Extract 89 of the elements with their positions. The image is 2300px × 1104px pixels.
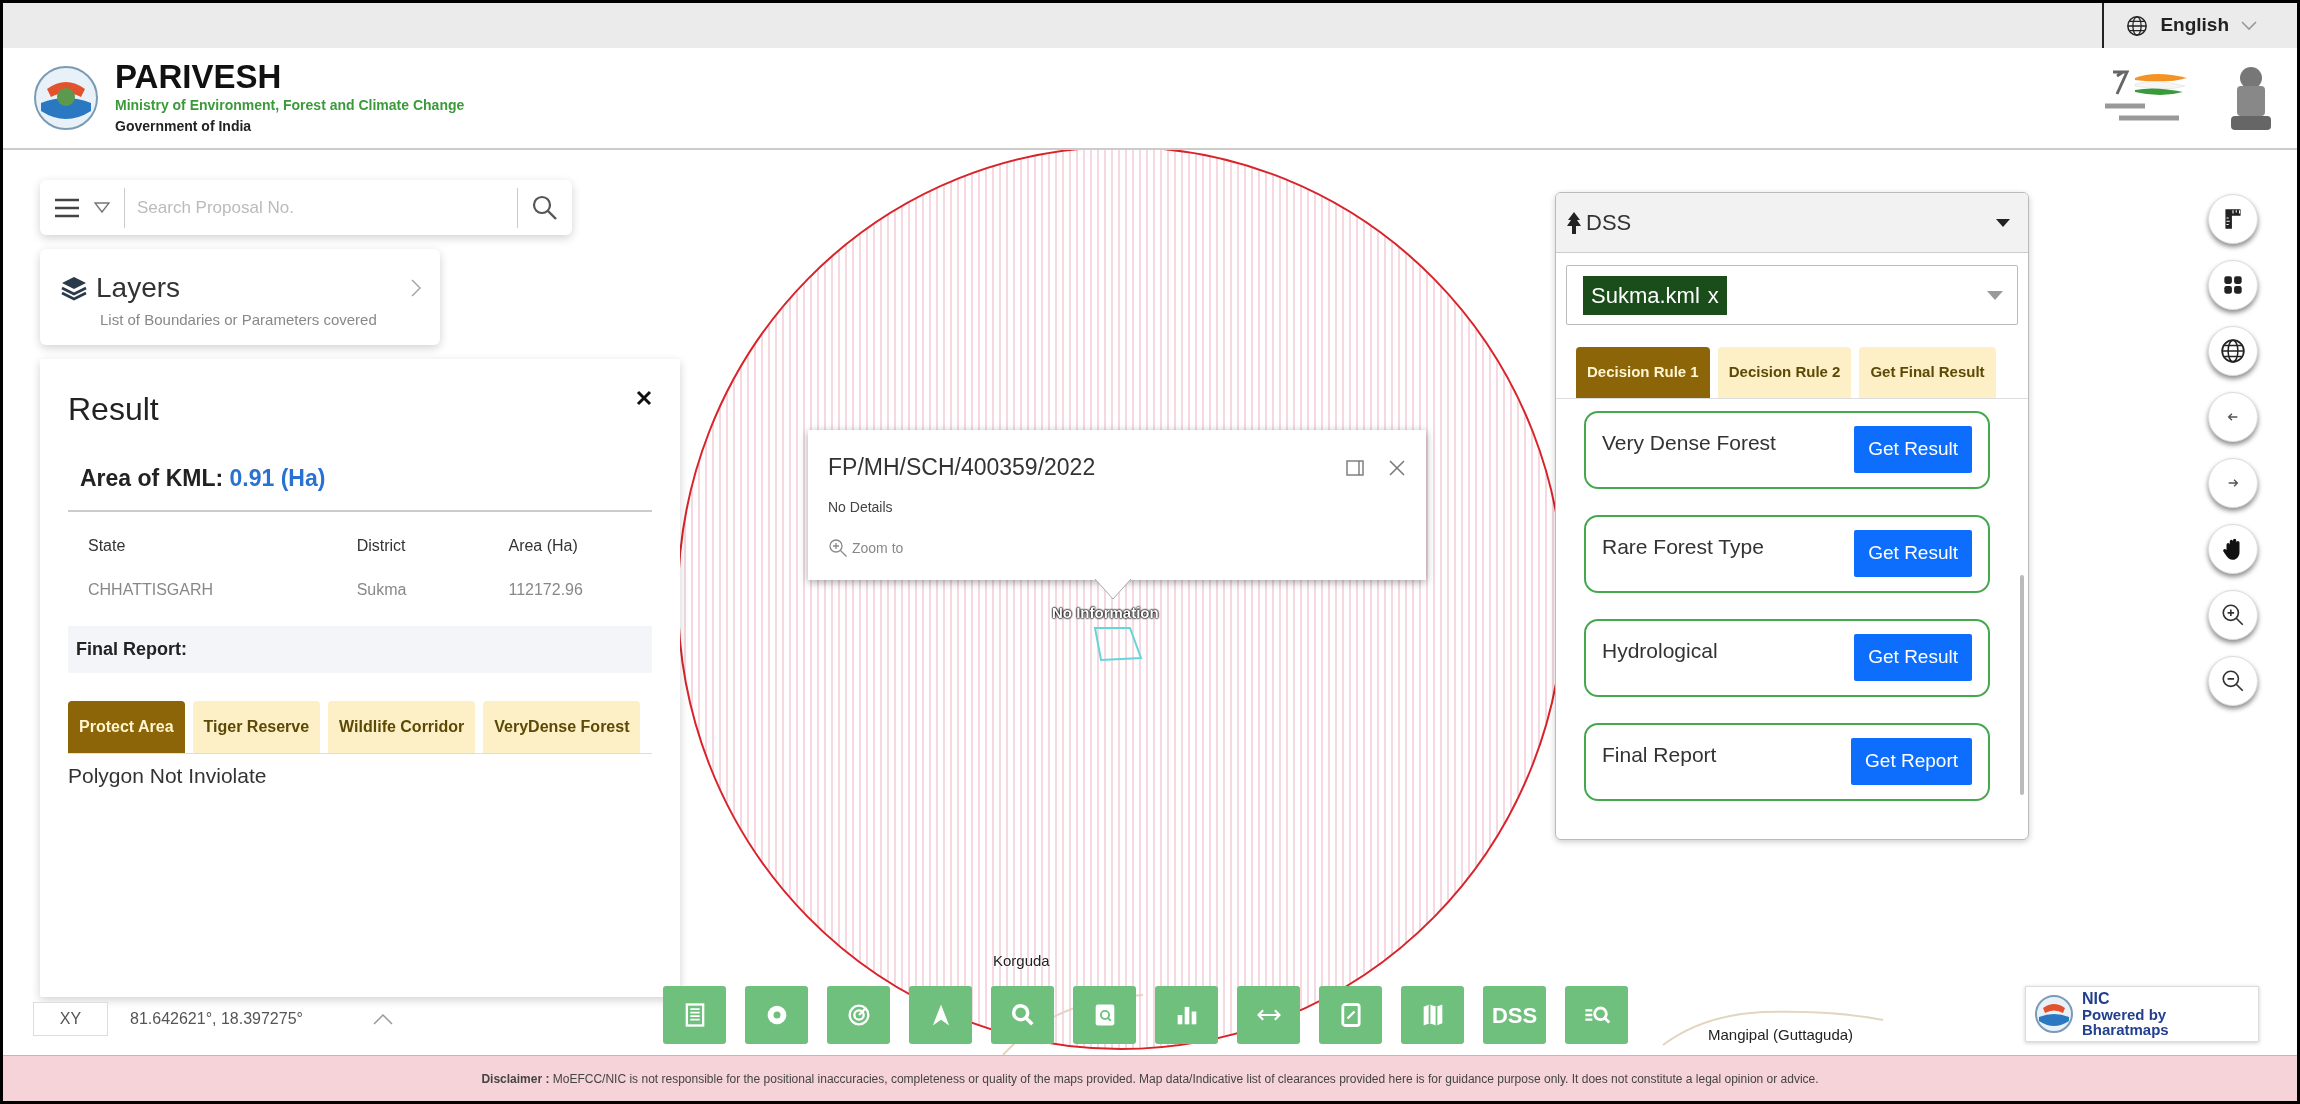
table-cell-text: CHHATTISGARH xyxy=(87,579,215,600)
measure-button[interactable] xyxy=(2208,194,2258,244)
statistics-button[interactable] xyxy=(1155,986,1218,1044)
caret-icon xyxy=(94,202,110,215)
place-label: Korguda xyxy=(993,951,1050,971)
zoom-to-link[interactable]: Zoom to xyxy=(828,537,904,559)
close-icon xyxy=(636,389,652,406)
layers-title: Layers xyxy=(96,271,181,305)
legend-button[interactable] xyxy=(663,986,726,1044)
decision-tab[interactable]: Get Final Result xyxy=(1859,347,1996,398)
layers-subtitle: List of Boundaries or Parameters covered xyxy=(100,310,378,330)
remove-file-button[interactable]: x xyxy=(1707,278,1719,312)
apps-button[interactable] xyxy=(2208,260,2258,310)
search-icon xyxy=(532,194,558,221)
get-result-button[interactable]: Get Result xyxy=(1854,426,1972,473)
disclaimer-text: Disclaimer : MoEFCC/NIC is not responsible for the positional inaccuracies, completeness or quality of the maps provided. Map data/Indicative list of clearances provided here is for guidance purpose only. It does not constitute a legal opinion or advice. xyxy=(481,1070,1819,1088)
zoom-out-button[interactable] xyxy=(2208,656,2258,706)
get-result-button[interactable]: Get Report xyxy=(1851,738,1972,785)
search-button[interactable] xyxy=(532,194,558,221)
location-button[interactable] xyxy=(745,986,808,1044)
coordinate-format-field[interactable]: XY xyxy=(33,1002,108,1036)
file-select[interactable]: Sukma.kml x xyxy=(1566,265,2018,325)
rule-label: Hydrological xyxy=(1602,637,1718,664)
decision-tab[interactable]: Decision Rule 2 xyxy=(1717,347,1852,398)
close-icon xyxy=(1388,459,1406,477)
caret-icon xyxy=(1987,290,2003,300)
file-name: Sukma.kml xyxy=(1591,281,1700,310)
nic-title: NIC xyxy=(2082,991,2111,1007)
rule-label: Final Report xyxy=(1602,741,1717,768)
chevron-down-icon xyxy=(2241,20,2257,31)
dock-icon xyxy=(1346,460,1364,476)
navigate-button[interactable] xyxy=(909,986,972,1044)
popup-title: FP/MH/SCH/400359/2022 xyxy=(828,453,1096,482)
layers-card[interactable]: Layers List of Boundaries or Parameters covered xyxy=(40,249,440,345)
site-title: PARIVESH xyxy=(115,58,283,96)
tree-icon xyxy=(1566,211,1582,234)
map-button[interactable] xyxy=(1401,986,1464,1044)
globe-icon xyxy=(2220,338,2246,364)
ministry-name: Ministry of Environment, Forest and Climate Change xyxy=(115,96,465,116)
popup-details: No Details xyxy=(828,497,894,517)
caret-icon xyxy=(1996,218,2010,227)
menu-icon xyxy=(54,198,80,219)
feature-outline xyxy=(1093,627,1143,662)
table-cell-text: 112172.96 xyxy=(507,579,584,600)
dss-panel-header[interactable]: DSS xyxy=(1556,193,2028,253)
result-tab[interactable]: VeryDense Forest xyxy=(483,700,641,753)
get-result-button[interactable]: Get Result xyxy=(1854,530,1972,577)
panel-title: DSS xyxy=(1586,209,1632,237)
pan-button[interactable] xyxy=(2208,524,2258,574)
feature-label: No Information xyxy=(1052,603,1159,623)
nic-logo xyxy=(2034,994,2074,1034)
table-cell-text: Sukma xyxy=(355,579,408,600)
filter-search-button[interactable] xyxy=(1565,986,1628,1044)
basemap-button[interactable] xyxy=(2208,326,2258,376)
compare-button[interactable] xyxy=(1237,986,1300,1044)
column-header: Area (Ha) xyxy=(507,535,579,556)
report-button[interactable] xyxy=(1073,986,1136,1044)
get-result-button[interactable]: Get Result xyxy=(1854,634,1972,681)
area-of-kml: Area of KML: 0.91 (Ha) xyxy=(68,433,652,512)
globe-icon xyxy=(2126,14,2149,37)
scrollbar[interactable] xyxy=(2020,574,2024,795)
zoom-in-button[interactable] xyxy=(2208,590,2258,640)
document-button[interactable] xyxy=(1319,986,1382,1044)
zoom-out-icon xyxy=(2220,668,2246,694)
zoom-in-icon xyxy=(828,538,848,558)
chevron-up-icon xyxy=(372,1013,393,1025)
result-tab[interactable]: Wildlife Corridor xyxy=(328,700,476,753)
search-field[interactable]: Search Proposal No. xyxy=(124,187,518,228)
nic-subtitle: Powered by Bharatmaps xyxy=(2082,1007,2170,1037)
government-name: Government of India xyxy=(115,117,253,137)
rule-label: Rare Forest Type xyxy=(1602,533,1764,560)
column-header: District xyxy=(355,535,407,556)
layers-icon xyxy=(60,275,88,301)
panel-title: Result xyxy=(68,390,159,429)
previous-extent-button[interactable] xyxy=(2208,392,2258,442)
chevron-right-icon xyxy=(410,278,422,298)
column-header: State xyxy=(87,535,127,556)
result-tab[interactable]: Tiger Reserve xyxy=(192,700,321,753)
next-extent-button[interactable] xyxy=(2208,458,2258,508)
decision-tab[interactable]: Decision Rule 1 xyxy=(1576,347,1710,398)
result-tab[interactable]: Protect Area xyxy=(68,700,185,753)
emblem-logo xyxy=(33,65,99,131)
place-label: Mangipal (Guttaguda) xyxy=(1708,1025,1854,1045)
buffer-button[interactable] xyxy=(827,986,890,1044)
coordinates-text: 81.642621°, 18.397275° xyxy=(130,1009,303,1029)
zoom-in-icon xyxy=(2220,602,2246,628)
rule-label: Very Dense Forest xyxy=(1602,429,1776,456)
final-report-heading: Final Report: xyxy=(68,625,652,673)
result-message: Polygon Not Inviolate xyxy=(68,762,268,789)
